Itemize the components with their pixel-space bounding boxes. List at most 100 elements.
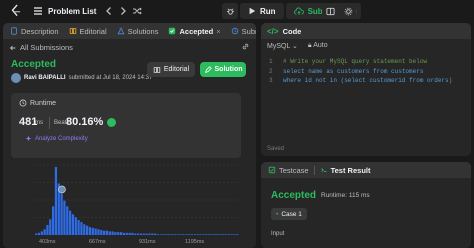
histogram-bar[interactable] — [219, 234, 222, 235]
histogram-bar[interactable] — [80, 222, 83, 235]
histogram-bar[interactable] — [46, 224, 49, 235]
histogram-bar[interactable] — [230, 234, 233, 235]
histogram-bar[interactable] — [176, 234, 179, 235]
histogram-bar[interactable] — [210, 234, 213, 235]
histogram-bar[interactable] — [49, 219, 52, 235]
histogram-bar[interactable] — [117, 232, 120, 235]
histogram-bar[interactable] — [162, 234, 165, 235]
histogram-bar[interactable] — [213, 234, 216, 235]
histogram-bar[interactable] — [83, 224, 86, 235]
histogram-bar[interactable] — [188, 234, 191, 235]
tab-accepted[interactable]: Accepted × — [165, 23, 223, 39]
tab-solutions[interactable]: Solutions — [114, 23, 162, 39]
shuffle-icon[interactable] — [132, 6, 143, 16]
histogram-bar[interactable] — [179, 234, 182, 235]
histogram-bar[interactable] — [60, 193, 63, 235]
histogram-bar[interactable] — [69, 210, 72, 235]
histogram-bar[interactable] — [54, 167, 58, 235]
settings-button[interactable] — [340, 3, 356, 19]
histogram-bar[interactable] — [111, 231, 114, 235]
histogram-bar[interactable] — [182, 234, 185, 235]
histogram-bar[interactable] — [224, 234, 228, 235]
tab-testcase[interactable]: Testcase — [265, 166, 312, 175]
histogram-bar[interactable] — [97, 229, 100, 235]
histogram-bar[interactable] — [171, 234, 174, 235]
histogram-bar[interactable] — [122, 232, 126, 235]
histogram-bar[interactable] — [205, 234, 208, 235]
histogram-bar[interactable] — [222, 234, 225, 235]
histogram-bar[interactable] — [233, 234, 236, 235]
histogram-bar[interactable] — [131, 232, 134, 235]
histogram-bar[interactable] — [77, 219, 80, 235]
case-1-tab[interactable]: • Case 1 — [271, 208, 307, 220]
histogram-bar[interactable] — [37, 232, 41, 235]
histogram-bar[interactable] — [190, 234, 194, 235]
runtime-card[interactable]: Runtime 481 ms Beats 80.16% Analyze Comp… — [11, 93, 241, 158]
username[interactable]: Ravi BAIPALLI — [24, 75, 66, 81]
histogram-bar[interactable] — [193, 234, 196, 235]
histogram-bar[interactable] — [159, 234, 162, 235]
histogram-bar[interactable] — [88, 227, 92, 235]
histogram-bar[interactable] — [91, 227, 94, 235]
language-select[interactable]: MySQL ⌄ — [267, 42, 298, 50]
histogram-bar[interactable] — [142, 233, 145, 235]
histogram-bar[interactable] — [145, 233, 148, 235]
histogram-bar[interactable] — [154, 233, 157, 235]
histogram-bar[interactable] — [120, 232, 123, 235]
histogram-bar[interactable] — [43, 229, 46, 235]
histogram-bar[interactable] — [74, 217, 77, 235]
histogram-bar[interactable] — [137, 233, 140, 235]
histogram-bar[interactable] — [105, 230, 109, 235]
histogram-bar[interactable] — [125, 232, 128, 235]
histogram-bar[interactable] — [196, 234, 199, 235]
tab-editorial[interactable]: Editorial — [66, 23, 110, 39]
editorial-button[interactable]: Editorial — [147, 62, 195, 77]
histogram-bar[interactable] — [71, 214, 75, 235]
debug-button[interactable] — [222, 3, 238, 19]
histogram-bar[interactable] — [227, 234, 230, 235]
histogram-bar[interactable] — [148, 233, 151, 235]
histogram-bar[interactable] — [165, 234, 168, 235]
analyze-complexity-link[interactable]: Analyze Complexity — [25, 135, 88, 142]
histogram-bar[interactable] — [216, 234, 219, 235]
histogram-bar[interactable] — [199, 234, 202, 235]
histogram-bar[interactable] — [202, 234, 205, 235]
histogram-bar[interactable] — [103, 230, 106, 235]
histogram-bar[interactable] — [114, 232, 117, 235]
tab-submissions[interactable]: Submissions — [228, 23, 256, 39]
all-submissions-link[interactable]: All Submissions — [9, 43, 73, 52]
histogram-bar[interactable] — [168, 234, 171, 235]
histogram-bar[interactable] — [108, 231, 111, 235]
histogram-bar[interactable] — [35, 233, 38, 235]
histogram-bar[interactable] — [66, 206, 69, 235]
tab-description[interactable]: Description — [7, 23, 62, 39]
run-button[interactable]: Run — [240, 3, 284, 19]
histogram-bar[interactable] — [185, 234, 188, 235]
share-link-icon[interactable] — [241, 42, 250, 51]
leetcode-logo-icon[interactable] — [9, 4, 23, 18]
histogram-bar[interactable] — [94, 228, 97, 235]
histogram-bar[interactable] — [63, 200, 66, 235]
book-icon — [153, 66, 161, 73]
histogram-bar[interactable] — [52, 206, 55, 235]
histogram-bar[interactable] — [100, 229, 103, 235]
histogram-bar[interactable] — [151, 233, 154, 235]
histogram-bar[interactable] — [86, 225, 89, 235]
histogram-bar[interactable] — [236, 234, 239, 235]
layout-button[interactable] — [322, 3, 338, 19]
histogram-bar[interactable] — [173, 234, 177, 235]
previous-problem-icon[interactable] — [104, 6, 114, 16]
auto-mode-toggle[interactable]: 🔒︎ Auto — [308, 42, 328, 50]
histogram-bar[interactable] — [40, 231, 43, 235]
histogram-bar[interactable] — [139, 233, 143, 235]
histogram-bar[interactable] — [156, 234, 160, 235]
histogram-bar[interactable] — [128, 232, 131, 235]
problem-list-button[interactable]: Problem List — [29, 3, 100, 19]
histogram-bar[interactable] — [207, 234, 211, 235]
tab-test-result[interactable]: Test Result — [317, 166, 374, 175]
solution-button[interactable]: Solution — [200, 62, 246, 77]
next-problem-icon[interactable] — [118, 6, 128, 16]
close-icon[interactable]: × — [216, 27, 220, 36]
histogram-bar[interactable] — [134, 233, 137, 235]
avatar[interactable] — [11, 73, 21, 83]
